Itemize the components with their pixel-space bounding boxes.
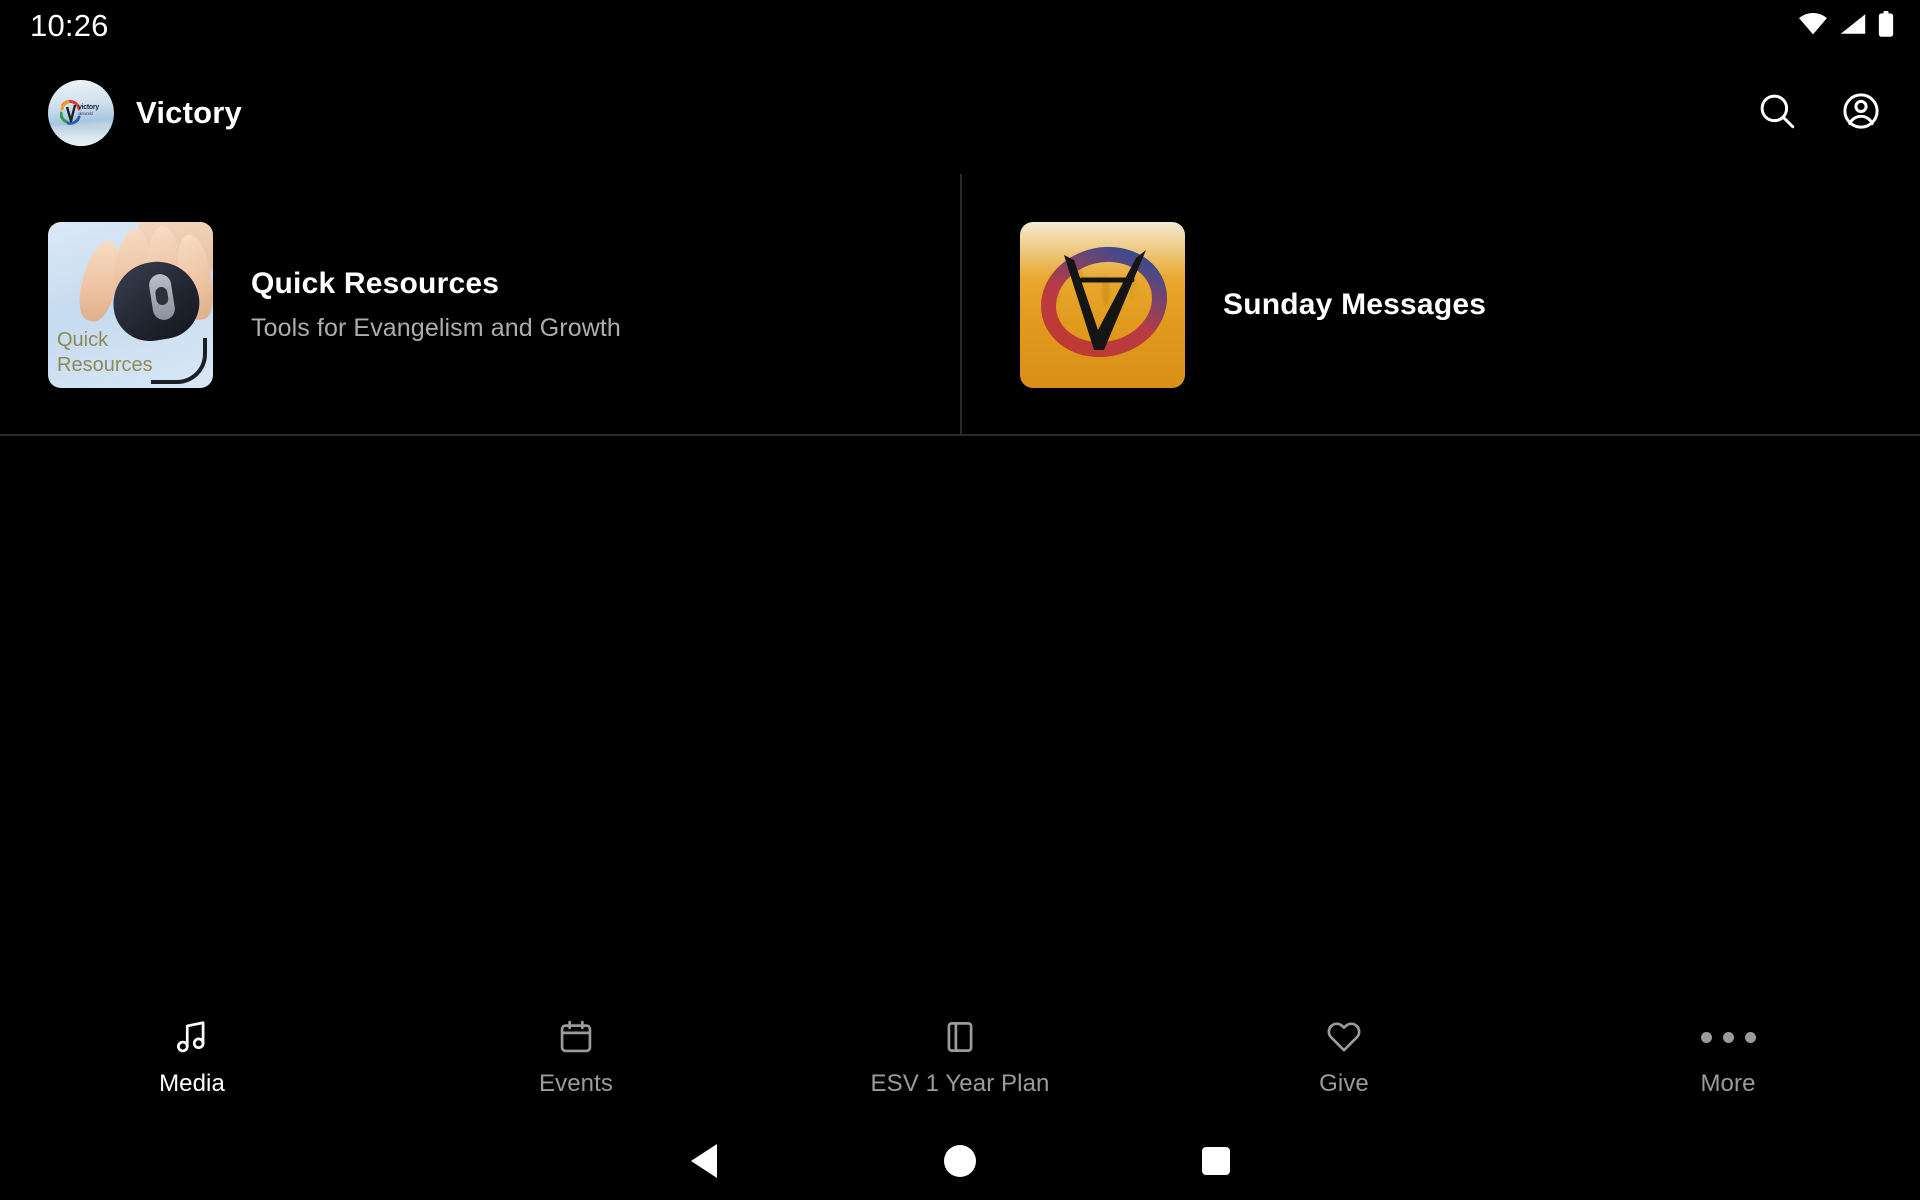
book-icon [941,1016,979,1058]
search-button[interactable] [1754,90,1800,136]
thumb-mouse-cord [151,337,207,384]
back-button[interactable] [576,1144,832,1178]
thumbnail-caption: Quick Resources [57,328,153,378]
media-tile-row: Quick Resources Quick Resources Tools fo… [0,174,1920,435]
recents-square-icon [1202,1147,1230,1175]
system-navigation-bar [0,1122,1920,1200]
thumb-v-letter [1064,249,1146,350]
logo-horizon [48,126,114,146]
thumbnail-caption-line2: Resources [57,353,153,376]
music-note-icon [173,1016,211,1058]
status-icon-group [1798,10,1894,42]
home-circle-icon [944,1145,976,1177]
heart-icon [1325,1016,1363,1058]
nav-item-give[interactable]: Give [1152,1016,1536,1098]
account-circle-icon [1840,90,1882,137]
search-icon [1756,90,1798,137]
status-bar: 10:26 [0,0,1920,52]
nav-label: Events [539,1070,613,1097]
nav-label: More [1700,1070,1756,1097]
tile-quick-resources[interactable]: Quick Resources Quick Resources Tools fo… [0,174,960,435]
calendar-icon [557,1016,595,1058]
victory-logo: victory oleworld [48,80,114,146]
home-button[interactable] [832,1145,1088,1177]
status-clock: 10:26 [30,8,109,43]
nav-item-events[interactable]: Events [384,1016,768,1098]
account-button[interactable] [1838,90,1884,136]
app-bar: victory oleworld Victory [0,52,1920,174]
tile-title: Quick Resources [251,266,500,300]
logo-wordmark: victory oleworld [78,104,99,116]
tile-subtitle: Tools for Evangelism and Growth [251,313,621,342]
page-title: Victory [136,95,242,130]
cellular-signal-icon [1839,13,1867,40]
tile-sunday-messages[interactable]: Sunday Messages [960,174,1920,435]
thumbnail-caption-line1: Quick [57,328,109,351]
tile-title: Sunday Messages [1223,287,1487,321]
wifi-icon [1798,12,1828,40]
recents-button[interactable] [1088,1147,1344,1175]
nav-label: Media [159,1070,225,1097]
tile-text-block: Quick Resources Tools for Evangelism and… [251,267,621,343]
back-triangle-icon [691,1144,717,1178]
nav-label: Give [1319,1070,1369,1097]
app-bar-actions [1754,90,1884,136]
more-dots [1700,1016,1756,1058]
nav-item-esv-1-year-plan[interactable]: ESV 1 Year Plan [768,1016,1152,1098]
bottom-navigation: Media Events ESV 1 Year Plan Give More [0,992,1920,1122]
nav-item-more[interactable]: More [1536,1016,1920,1098]
dot [1722,1031,1734,1043]
nav-label: ESV 1 Year Plan [870,1070,1050,1097]
app-screen: 10:26 victory oleworld Victory Quick Res… [0,0,1920,1200]
logo-wordmark-sub: oleworld [78,111,93,116]
battery-icon [1878,10,1894,42]
dot [1700,1031,1712,1043]
more-horizontal-icon [1700,1016,1756,1058]
tile-text-block: Sunday Messages [1223,288,1486,322]
quick-resources-thumbnail: Quick Resources [48,221,213,388]
nav-item-media[interactable]: Media [0,1016,384,1098]
sunday-messages-thumbnail [1020,221,1185,388]
dot [1744,1031,1756,1043]
content-divider [0,434,1920,436]
app-brand[interactable]: victory oleworld Victory [48,80,242,146]
